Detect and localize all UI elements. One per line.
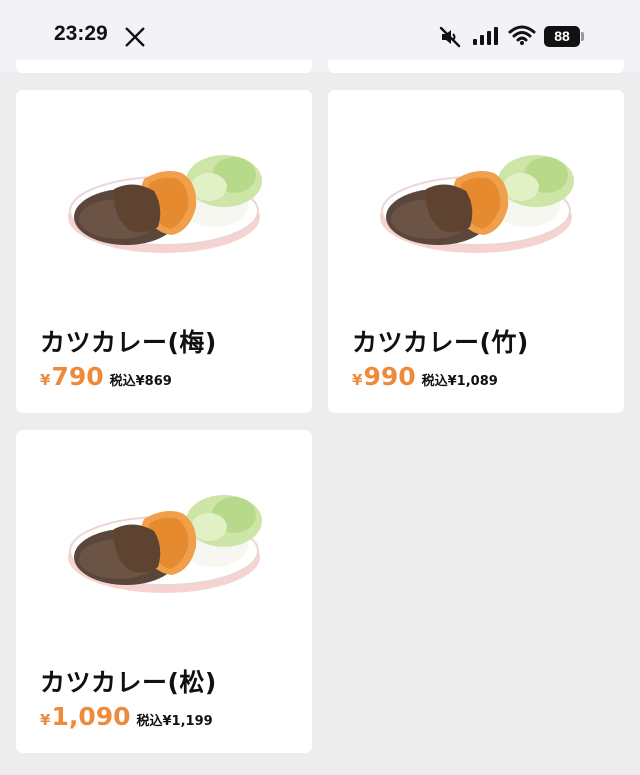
currency-symbol: ¥ [40, 371, 51, 389]
battery-icon: 88 [544, 26, 580, 47]
status-time: 23:29 [54, 22, 108, 45]
menu-card-ume[interactable]: カツカレー(梅) ¥ 790 税込¥869 [16, 90, 312, 413]
menu-item-price: 990 [363, 362, 416, 391]
menu-item-name: カツカレー(竹) [352, 328, 529, 357]
katsu-curry-photo [376, 145, 576, 270]
cellular-signal-icon [473, 27, 498, 45]
currency-symbol: ¥ [40, 711, 51, 729]
tax-included-price: 税込¥869 [109, 374, 172, 389]
x-app-icon [125, 27, 145, 47]
menu-item-name: カツカレー(松) [40, 668, 217, 697]
katsu-curry-photo [64, 145, 264, 270]
menu-card-take[interactable]: カツカレー(竹) ¥ 990 税込¥1,089 [328, 90, 624, 413]
previous-card-left[interactable] [16, 60, 312, 73]
tax-included-price: 税込¥1,199 [136, 714, 213, 729]
price-row: ¥ 1,090 税込¥1,199 [40, 702, 213, 731]
previous-card-right[interactable] [328, 60, 624, 73]
menu-item-price: 790 [51, 362, 104, 391]
price-row: ¥ 790 税込¥869 [40, 362, 172, 391]
menu-item-name: カツカレー(梅) [40, 328, 217, 357]
battery-cap [581, 32, 584, 41]
price-row: ¥ 990 税込¥1,089 [352, 362, 498, 391]
tax-included-price: 税込¥1,089 [421, 374, 498, 389]
mute-icon [439, 26, 461, 48]
menu-item-price: 1,090 [51, 702, 131, 731]
menu-card-matsu[interactable]: カツカレー(松) ¥ 1,090 税込¥1,199 [16, 430, 312, 753]
wifi-icon [508, 25, 536, 45]
currency-symbol: ¥ [352, 371, 363, 389]
katsu-curry-photo [64, 485, 264, 610]
